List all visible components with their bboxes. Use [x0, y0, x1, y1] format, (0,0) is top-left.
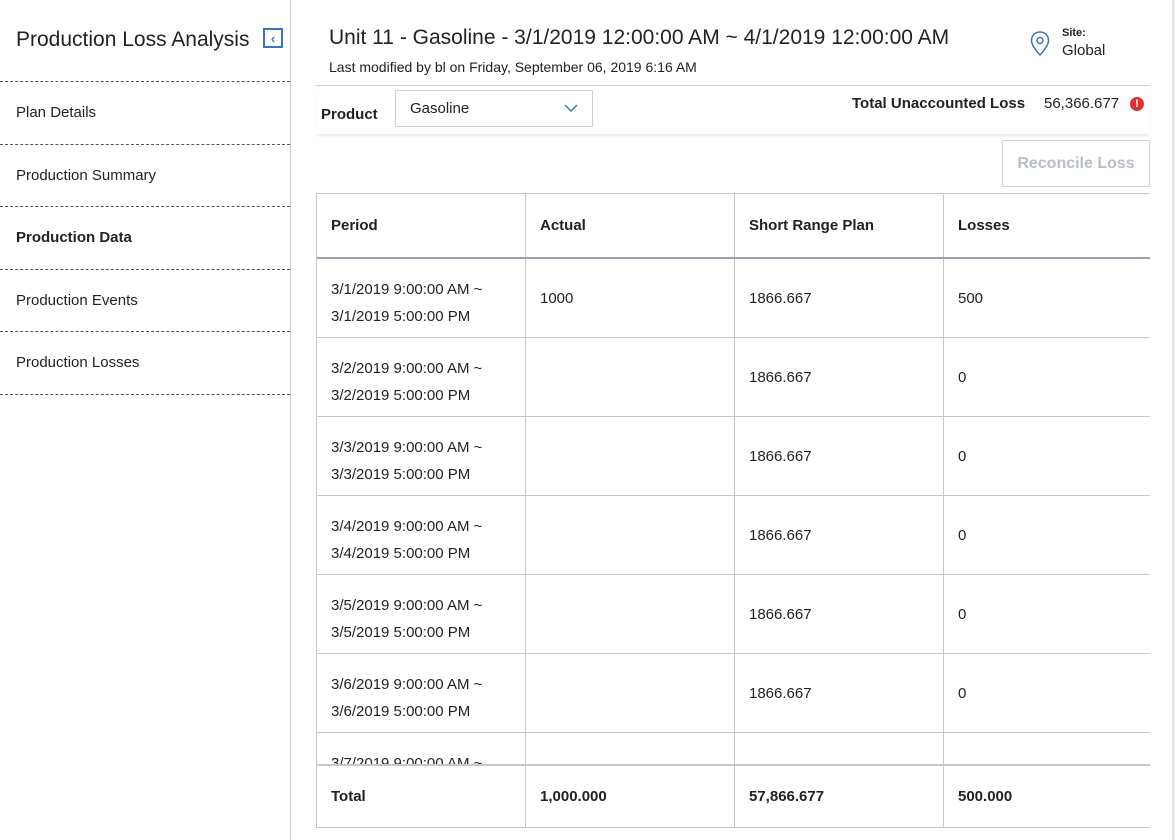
table-header: Period Actual Short Range Plan Losses [317, 194, 1150, 259]
table-row: 3/4/2019 9:00:00 AM ~ 3/4/2019 5:00:00 P… [317, 496, 1150, 575]
production-data-table: Period Actual Short Range Plan Losses 3/… [316, 193, 1150, 828]
table-body: 3/1/2019 9:00:00 AM ~ 3/1/2019 5:00:00 P… [317, 259, 1150, 764]
column-header-actual[interactable]: Actual [526, 194, 735, 257]
period-start: 3/2/2019 9:00:00 AM ~ [331, 360, 483, 377]
losses-cell: 0 [958, 606, 967, 623]
losses-cell: 0 [958, 448, 967, 465]
losses-cell: 500 [958, 290, 984, 307]
actual-cell[interactable] [526, 417, 735, 496]
period-end: 3/4/2019 5:00:00 PM [331, 545, 471, 562]
table-row: 3/3/2019 9:00:00 AM ~ 3/3/2019 5:00:00 P… [317, 417, 1150, 496]
period-start: 3/1/2019 9:00:00 AM ~ [331, 281, 483, 298]
period-cell: 3/3/2019 9:00:00 AM ~ 3/3/2019 5:00:00 P… [317, 417, 526, 496]
chevron-left-icon: ‹ [270, 30, 276, 46]
table-totals-row: Total 1,000.000 57,866.677 500.000 [317, 764, 1150, 827]
total-label: Total [317, 766, 526, 827]
site-value: Global [1062, 42, 1106, 59]
period-cell: 3/2/2019 9:00:00 AM ~ 3/2/2019 5:00:00 P… [317, 338, 526, 417]
product-toolbar: Product Gasoline Total Unaccounted Loss … [316, 86, 1150, 134]
losses-cell: 0 [958, 369, 967, 386]
sidebar-item-production-data[interactable]: Production Data [0, 207, 290, 270]
total-actual: 1,000.000 [526, 766, 735, 827]
sidebar-title: Production Loss Analysis [16, 28, 250, 51]
losses-cell: 0 [958, 685, 967, 702]
table-row: 3/6/2019 9:00:00 AM ~ 3/6/2019 5:00:00 P… [317, 654, 1150, 733]
site-label: Site: [1062, 27, 1086, 39]
losses-cell: 0 [958, 527, 967, 544]
map-pin-icon [1030, 31, 1050, 57]
sidebar-item-plan-details[interactable]: Plan Details [0, 82, 290, 145]
column-header-short-range-plan[interactable]: Short Range Plan [735, 194, 944, 257]
plan-cell: 1866.667 [735, 338, 944, 417]
period-cell: 3/7/2019 9:00:00 AM ~ [317, 733, 526, 764]
period-end: 3/1/2019 5:00:00 PM [331, 308, 471, 325]
actual-cell[interactable] [526, 496, 735, 575]
main-content: Unit 11 - Gasoline - 3/1/2019 12:00:00 A… [292, 0, 1175, 840]
sidebar-item-production-events[interactable]: Production Events [0, 270, 290, 332]
plan-cell: 1866.667 [735, 417, 944, 496]
plan-cell: 1866.667 [735, 496, 944, 575]
alert-icon: ! [1130, 97, 1144, 111]
period-start: 3/6/2019 9:00:00 AM ~ [331, 676, 483, 693]
sidebar-item-production-losses[interactable]: Production Losses [0, 332, 290, 395]
table-row: 3/5/2019 9:00:00 AM ~ 3/5/2019 5:00:00 P… [317, 575, 1150, 654]
product-label: Product [321, 106, 378, 123]
plan-cell: 1866.667 [735, 654, 944, 733]
plan-cell: 1866.667 [735, 259, 944, 338]
sidebar-item-production-summary[interactable]: Production Summary [0, 145, 290, 207]
period-end: 3/5/2019 5:00:00 PM [331, 624, 471, 641]
product-select-value: Gasoline [410, 100, 470, 117]
actual-cell[interactable] [526, 575, 735, 654]
total-unaccounted-loss-value: 56,366.677 [1044, 95, 1120, 112]
actual-cell[interactable] [526, 654, 735, 733]
period-start: 3/4/2019 9:00:00 AM ~ [331, 518, 483, 535]
total-losses: 500.000 [958, 788, 1013, 805]
period-start: 3/3/2019 9:00:00 AM ~ [331, 439, 483, 456]
period-end: 3/3/2019 5:00:00 PM [331, 466, 471, 483]
period-cell: 3/1/2019 9:00:00 AM ~ 3/1/2019 5:00:00 P… [317, 259, 526, 338]
period-start: 3/7/2019 9:00:00 AM ~ [331, 755, 483, 764]
sidebar-header: Production Loss Analysis ‹ [0, 0, 290, 82]
product-select[interactable]: Gasoline [395, 90, 593, 127]
collapse-sidebar-button[interactable]: ‹ [263, 28, 283, 48]
table-row: 3/2/2019 9:00:00 AM ~ 3/2/2019 5:00:00 P… [317, 338, 1150, 417]
chevron-down-icon [564, 104, 578, 113]
period-start: 3/5/2019 9:00:00 AM ~ [331, 597, 483, 614]
plan-cell: 1866.667 [735, 575, 944, 654]
sidebar: Production Loss Analysis ‹ Plan Details … [0, 0, 291, 840]
period-end: 3/6/2019 5:00:00 PM [331, 703, 471, 720]
table-row: 3/7/2019 9:00:00 AM ~ [317, 733, 1150, 764]
period-cell: 3/5/2019 9:00:00 AM ~ 3/5/2019 5:00:00 P… [317, 575, 526, 654]
period-cell: 3/4/2019 9:00:00 AM ~ 3/4/2019 5:00:00 P… [317, 496, 526, 575]
losses-cell [944, 733, 1150, 764]
table-row: 3/1/2019 9:00:00 AM ~ 3/1/2019 5:00:00 P… [317, 259, 1150, 338]
actual-cell[interactable] [526, 733, 735, 764]
total-plan: 57,866.677 [735, 766, 944, 827]
page-title: Unit 11 - Gasoline - 3/1/2019 12:00:00 A… [329, 26, 950, 49]
actual-cell[interactable]: 1000 [526, 259, 735, 338]
plan-cell [735, 733, 944, 764]
last-modified-text: Last modified by bl on Friday, September… [329, 59, 697, 75]
period-end: 3/2/2019 5:00:00 PM [331, 387, 471, 404]
column-header-losses[interactable]: Losses [944, 194, 1150, 257]
column-header-period[interactable]: Period [317, 194, 526, 257]
period-cell: 3/6/2019 9:00:00 AM ~ 3/6/2019 5:00:00 P… [317, 654, 526, 733]
reconcile-loss-button[interactable]: Reconcile Loss [1002, 140, 1150, 187]
actual-cell[interactable] [526, 338, 735, 417]
total-unaccounted-loss-label: Total Unaccounted Loss [852, 95, 1026, 112]
